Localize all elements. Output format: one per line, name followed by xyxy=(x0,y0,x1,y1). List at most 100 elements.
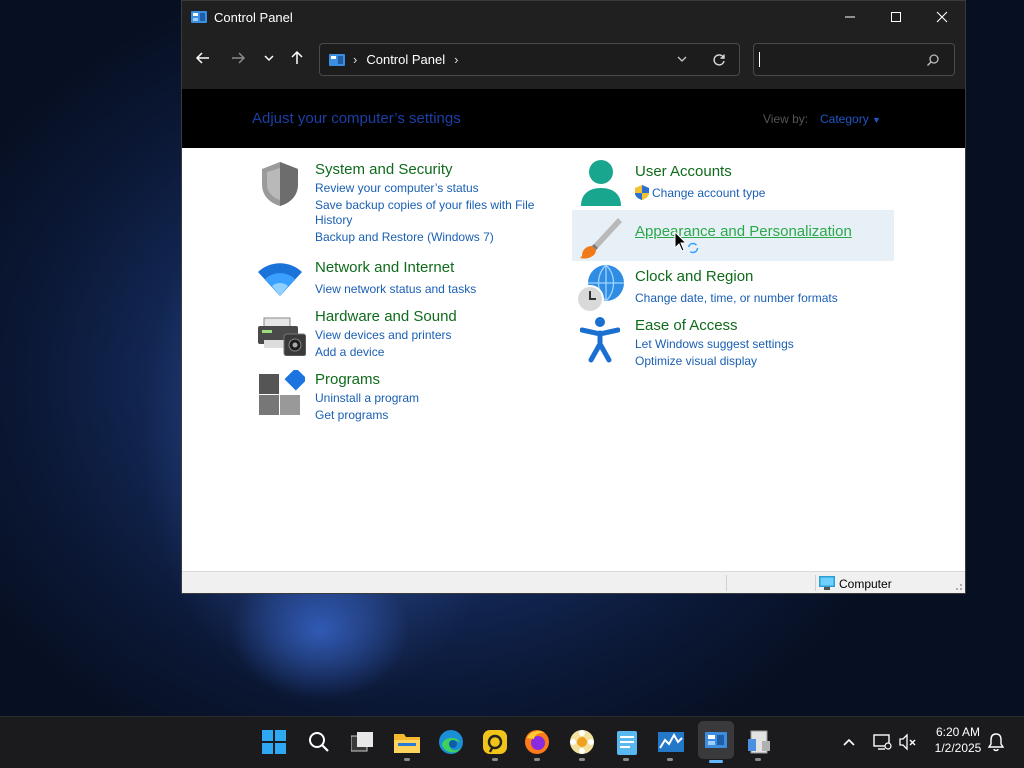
control-panel-window: Control Panel › Control Panel › Adjust y… xyxy=(181,0,966,594)
maximize-button[interactable] xyxy=(873,1,919,33)
category-title-hardware-and-sound[interactable]: Hardware and Sound xyxy=(315,308,457,325)
chevron-up-icon xyxy=(843,738,855,746)
title-bar[interactable]: Control Panel xyxy=(182,1,965,33)
status-bar: Computer xyxy=(182,571,965,593)
task-view-button[interactable] xyxy=(348,727,378,757)
notepad-button[interactable] xyxy=(612,727,642,757)
task-manager-icon xyxy=(658,732,684,752)
file-explorer-icon xyxy=(394,734,420,753)
back-button[interactable] xyxy=(192,47,214,69)
volume-tray-button[interactable] xyxy=(896,727,920,757)
taskbar-search-button[interactable] xyxy=(304,727,334,757)
link-review-status[interactable]: Review your computer’s status xyxy=(315,180,479,196)
control-panel-icon xyxy=(329,53,345,66)
link-date-time-formats[interactable]: Change date, time, or number formats xyxy=(635,290,838,306)
category-title-network-and-internet[interactable]: Network and Internet xyxy=(315,259,454,276)
clock[interactable]: 6:20 AM 1/2/2025 xyxy=(924,725,992,755)
category-content: System and Security Review your computer… xyxy=(182,148,965,571)
app-flower-icon xyxy=(570,730,594,754)
control-panel-icon xyxy=(191,11,207,23)
text-cursor xyxy=(759,52,760,67)
view-by-dropdown[interactable]: Category ▼ xyxy=(820,112,881,126)
page-header: Adjust your computer’s settings View by:… xyxy=(182,89,965,148)
dropdown-arrow-icon: ▼ xyxy=(872,115,881,125)
programs-icon xyxy=(259,370,305,415)
computer-icon xyxy=(819,576,835,590)
running-indicator xyxy=(492,758,498,761)
notepad-icon xyxy=(617,731,637,755)
bell-icon xyxy=(987,733,1005,752)
arrow-up-icon xyxy=(291,50,303,64)
category-title-ease-of-access[interactable]: Ease of Access xyxy=(635,317,738,334)
task-view-icon xyxy=(351,732,373,752)
running-indicator xyxy=(623,758,629,761)
user-icon xyxy=(581,160,621,206)
app-yellow-button[interactable] xyxy=(480,727,510,757)
close-icon xyxy=(936,11,948,23)
task-manager-button[interactable] xyxy=(656,727,686,757)
active-indicator xyxy=(709,760,723,763)
link-change-account-type[interactable]: Change account type xyxy=(652,185,765,201)
firefox-button[interactable] xyxy=(522,727,552,757)
link-uninstall-program[interactable]: Uninstall a program xyxy=(315,390,419,406)
app-yellow-icon xyxy=(483,730,507,754)
category-title-user-accounts[interactable]: User Accounts xyxy=(635,163,732,180)
taskbar: 6:20 AM 1/2/2025 xyxy=(0,716,1024,768)
link-devices-printers[interactable]: View devices and printers xyxy=(315,327,452,343)
link-get-programs[interactable]: Get programs xyxy=(315,407,388,423)
arrow-right-icon xyxy=(232,52,246,64)
category-title-programs[interactable]: Programs xyxy=(315,371,380,388)
edge-button[interactable] xyxy=(436,727,466,757)
clock-date: 1/2/2025 xyxy=(934,741,982,755)
minimize-icon xyxy=(845,16,855,18)
accessibility-icon xyxy=(580,317,620,363)
link-file-history[interactable]: Save backup copies of your files with Fi… xyxy=(315,197,534,213)
printer-icon xyxy=(258,317,306,356)
resize-grip-icon[interactable] xyxy=(953,581,963,591)
control-panel-taskbar-button[interactable] xyxy=(698,721,734,759)
app-flower-button[interactable] xyxy=(567,727,597,757)
category-title-clock-and-region[interactable]: Clock and Region xyxy=(635,268,753,285)
link-backup-restore[interactable]: Backup and Restore (Windows 7) xyxy=(315,229,494,245)
firefox-icon xyxy=(525,730,549,754)
show-hidden-icons-button[interactable] xyxy=(837,727,861,757)
breadcrumb-separator: › xyxy=(353,52,358,67)
network-tray-button[interactable] xyxy=(870,727,894,757)
status-divider xyxy=(815,575,816,591)
address-bar[interactable]: › Control Panel › xyxy=(319,43,740,76)
uac-shield-icon xyxy=(635,185,649,200)
category-title-appearance-and-personalization[interactable]: Appearance and Personalization xyxy=(635,223,852,240)
up-button[interactable] xyxy=(286,47,308,69)
app-misc-button[interactable] xyxy=(744,727,774,757)
link-optimize-visual[interactable]: Optimize visual display xyxy=(635,353,757,369)
running-indicator xyxy=(579,758,585,761)
running-indicator xyxy=(534,758,540,761)
breadcrumb-control-panel[interactable]: Control Panel xyxy=(366,52,445,67)
chevron-down-icon xyxy=(264,55,274,62)
link-add-device[interactable]: Add a device xyxy=(315,344,384,360)
view-by-value: Category xyxy=(820,112,869,126)
status-location: Computer xyxy=(839,577,892,591)
start-button[interactable] xyxy=(259,727,289,757)
recent-locations-button[interactable] xyxy=(258,47,280,69)
control-panel-icon xyxy=(705,732,727,748)
file-explorer-button[interactable] xyxy=(392,727,422,757)
minimize-button[interactable] xyxy=(827,1,873,33)
app-misc-icon xyxy=(748,730,770,754)
notifications-button[interactable] xyxy=(984,727,1008,757)
view-by-label: View by: xyxy=(763,112,809,126)
window-title: Control Panel xyxy=(214,9,293,25)
search-box[interactable] xyxy=(753,43,955,76)
link-network-status[interactable]: View network status and tasks xyxy=(315,281,476,297)
link-file-history-cont[interactable]: History xyxy=(315,212,352,228)
category-title-system-and-security[interactable]: System and Security xyxy=(315,161,453,178)
refresh-button[interactable] xyxy=(712,53,726,70)
shield-icon xyxy=(262,162,298,206)
forward-button[interactable] xyxy=(227,47,249,69)
link-suggest-settings[interactable]: Let Windows suggest settings xyxy=(635,336,794,352)
page-title: Adjust your computer’s settings xyxy=(252,110,461,127)
running-indicator xyxy=(667,758,673,761)
close-button[interactable] xyxy=(919,1,965,33)
breadcrumb-separator[interactable]: › xyxy=(454,52,458,67)
address-dropdown[interactable] xyxy=(676,53,688,68)
